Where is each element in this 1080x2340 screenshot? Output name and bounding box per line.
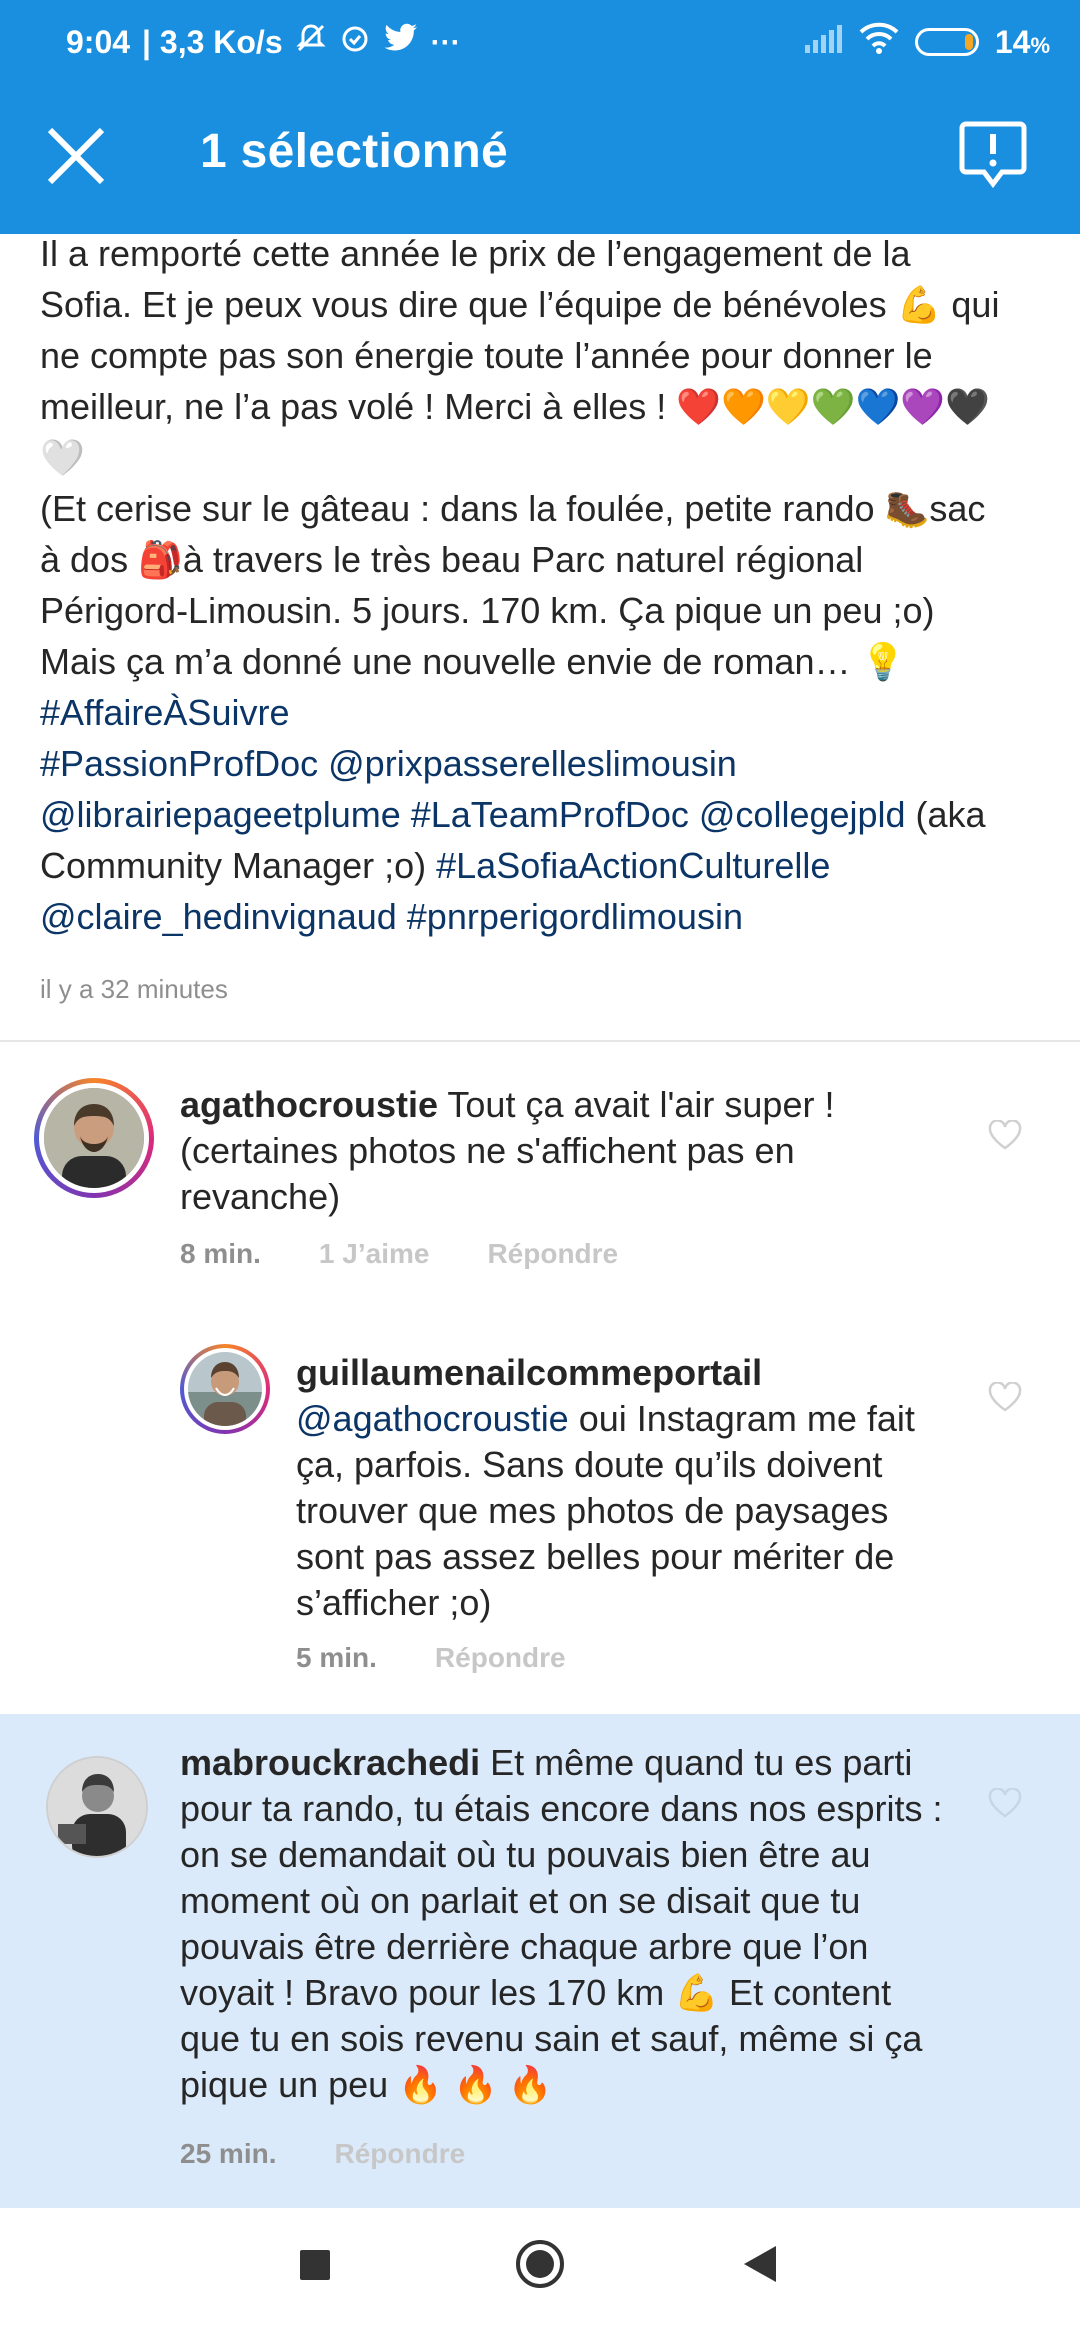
comment-meta: 8 min. 1 J’aime Répondre [180,1238,618,1270]
reply-button[interactable]: Répondre [334,2138,465,2170]
reply-button[interactable]: Répondre [435,1642,566,1674]
avatar[interactable] [34,1078,154,1198]
selection-app-bar: 1 sélectionné [0,80,1080,234]
like-heart-icon[interactable] [988,1381,1022,1412]
comment-reply[interactable]: guillaumenailcommeportail @agathocrousti… [0,1340,1080,1700]
alarm-icon [339,22,371,63]
hashtag-link[interactable]: #LaSofiaActionCulturelle [436,845,830,886]
comment-time: 5 min. [296,1642,377,1673]
caption-line: Périgord-Limousin. 5 jours. 170 km. Ça p… [40,590,935,631]
status-bar: 9:04 | 3,3 Ko/s ··· 14% [0,0,1080,80]
avatar[interactable] [46,1756,148,1858]
comment-meta: 5 min. Répondre [296,1642,566,1674]
comment-body: mabrouckrachedi Et même quand tu es part… [180,1740,960,2108]
caption-line: à dos 🎒à travers le très beau Parc natur… [40,539,864,580]
report-icon[interactable] [958,118,1028,190]
comment-selected[interactable]: mabrouckrachedi Et même quand tu es part… [0,1740,1080,2200]
more-icon: ··· [430,25,461,59]
caption-text: (aka [905,794,986,835]
likes-count[interactable]: 1 J’aime [319,1238,430,1270]
avatar[interactable] [180,1344,270,1434]
comment-meta: 25 min. Répondre [180,2138,465,2170]
selection-title: 1 sélectionné [200,125,509,178]
comment-time: 8 min. [180,1238,261,1269]
like-heart-icon[interactable] [988,1119,1022,1150]
hashtag-link[interactable]: #AffaireÀSuivre [40,687,1050,738]
caption-line: ne compte pas son énergie toute l’année … [40,335,933,376]
caption-line: (Et cerise sur le gâteau : dans la foulé… [40,488,986,529]
status-left: 9:04 | 3,3 Ko/s ··· [66,22,461,63]
status-time: 9:04 [66,24,131,60]
mention-link[interactable]: @agathocroustie [296,1398,569,1439]
mention-link[interactable]: @claire_hedinvignaud #pnrperigordlimousi… [40,891,1050,942]
comment-body: guillaumenailcommeportail @agathocrousti… [296,1350,936,1626]
caption-line: meilleur, ne l’a pas volé ! Merci à elle… [40,386,991,427]
comment-username[interactable]: agathocroustie [180,1084,438,1125]
mention-link[interactable]: @librairiepageetplume #LaTeamProfDoc @co… [40,794,906,835]
reply-button[interactable]: Répondre [487,1238,618,1270]
hashtag-link[interactable]: #PassionProfDoc @prixpasserelleslimousin [40,738,1050,789]
comment[interactable]: agathocroustie Tout ça avait l'air super… [0,1070,1080,1290]
caption-line: Mais ça m’a donné une nouvelle envie de … [40,641,906,682]
recents-icon[interactable] [298,2248,332,2287]
mute-icon [295,22,327,63]
system-nav-bar [0,2210,1080,2340]
battery-level: 14% [994,23,1050,60]
divider [0,1040,1080,1042]
close-icon[interactable] [40,120,112,192]
comment-username[interactable]: mabrouckrachedi [180,1742,480,1783]
caption-text: Community Manager ;o) [40,845,437,886]
caption-line: Sofia. Et je peux vous dire que l’équipe… [40,284,1000,325]
comment-text: Et même quand tu es parti pour ta rando,… [180,1742,943,2105]
comment-username[interactable]: guillaumenailcommeportail [296,1352,762,1393]
status-right: 14% [803,22,1050,62]
twitter-icon [383,23,419,62]
wifi-icon [859,22,899,62]
network-speed: | 3,3 Ko/s [142,24,283,60]
back-icon[interactable] [742,2244,778,2289]
caption-line: Il a remporté cette année le prix de l’e… [40,233,911,274]
like-heart-icon[interactable] [988,1787,1022,1818]
post-caption: Il a remporté cette année le prix de l’e… [40,228,1050,942]
comment-time: 25 min. [180,2138,277,2169]
home-icon[interactable] [514,2238,566,2295]
caption-line: 🤍 [40,437,85,478]
comment-body: agathocroustie Tout ça avait l'air super… [180,1082,920,1220]
post-timestamp: il y a 32 minutes [40,974,228,1004]
signal-icon [803,23,843,61]
battery-icon [914,28,979,56]
